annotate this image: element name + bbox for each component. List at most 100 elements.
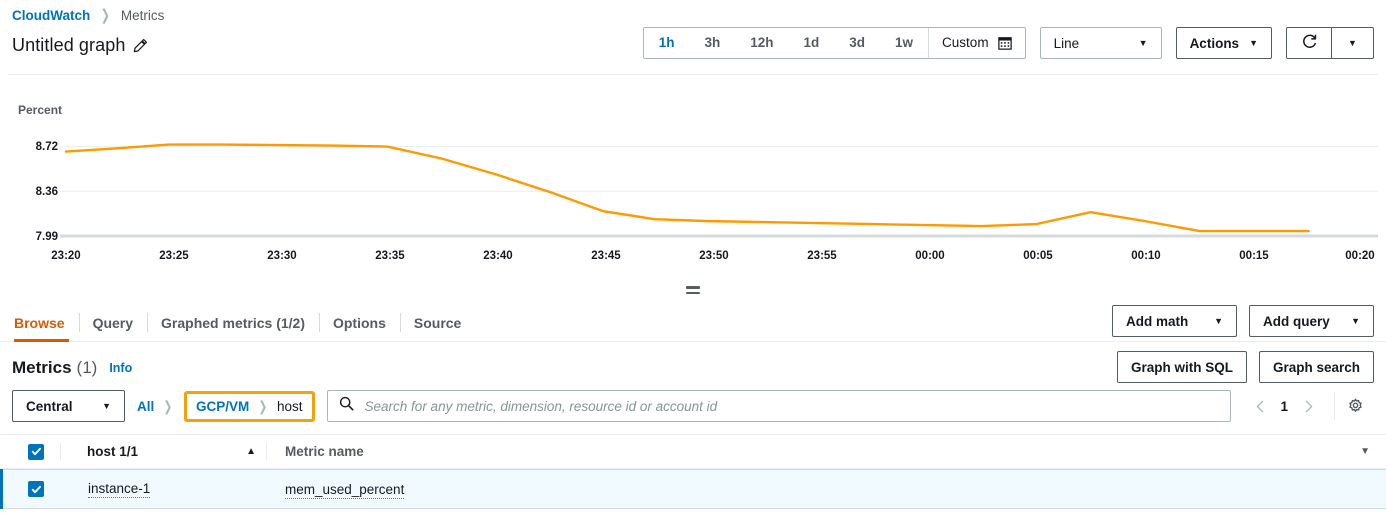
calendar-icon [997,36,1012,50]
custom-range-button[interactable]: Custom [928,28,1025,58]
metric-chart: Percent 8.72 8.36 7.99 23:20 23:25 23:30… [8,74,1378,294]
custom-range-label: Custom [942,35,989,50]
tab-label: Graphed metrics (1/2) [161,314,305,331]
tab-browse[interactable]: Browse [12,304,79,342]
range-button-1w[interactable]: 1w [880,28,928,58]
range-button-3d[interactable]: 3d [834,28,880,58]
chevron-down-icon: ▼ [1214,315,1223,326]
x-tick-label: 23:30 [267,250,297,262]
page-title: Untitled graph [12,34,126,55]
cloudwatch-metrics-page: CloudWatch ❯ Metrics Untitled graph 1h 3… [0,0,1386,519]
metrics-count: (1) [76,358,98,377]
column-header-label: Metric name [285,444,364,459]
graph-with-sql-button[interactable]: Graph with SQL [1116,351,1247,383]
chart-plot-area [60,75,1378,242]
chevron-right-icon: ❯ [258,397,268,414]
metrics-header-actions: Graph with SQL Graph search [1116,351,1374,383]
graph-search-label: Graph search [1272,359,1360,375]
x-axis-labels: 23:20 23:25 23:30 23:35 23:40 23:45 23:5… [51,244,1378,274]
metrics-header: Metrics (1) Info Graph with SQL Graph se… [0,342,1386,383]
column-settings-icon[interactable]: ▼ [1360,446,1370,457]
x-tick-label: 23:20 [51,250,81,262]
cell-host: instance-1 [60,481,265,498]
chevron-down-icon: ▼ [1351,315,1360,326]
add-query-button[interactable]: Add query ▼ [1249,305,1374,337]
metrics-title: Metrics [12,358,72,377]
range-button-3h[interactable]: 3h [689,28,735,58]
info-link[interactable]: Info [109,361,132,375]
tab-label: Source [413,314,462,331]
column-header-label: host 1/1 [87,444,139,459]
chevron-down-icon: ▼ [102,400,111,411]
refresh-group: ▼ [1286,27,1374,59]
account-selector[interactable]: Central ▼ [12,390,125,422]
tab-label: Browse [14,314,65,331]
host-value[interactable]: instance-1 [88,481,151,498]
x-tick-label: 23:50 [699,250,729,262]
chart-svg [60,143,1378,238]
chevron-right-icon[interactable] [1296,392,1320,420]
refresh-options-button[interactable]: ▼ [1332,27,1374,59]
x-tick-label: 00:00 [915,250,945,262]
y-axis-labels: 8.72 8.36 7.99 [8,75,58,274]
metrics-filter-row: Central ▼ All ❯ GCP/VM ❯ host Search for… [0,382,1386,422]
tab-source[interactable]: Source [399,304,475,341]
add-math-button[interactable]: Add math ▼ [1112,305,1237,337]
chevron-down-icon: ▼ [1348,37,1357,48]
chevron-left-icon[interactable] [1249,392,1273,420]
tab-query[interactable]: Query [78,304,147,341]
range-button-12h[interactable]: 12h [735,28,788,58]
row-checkbox[interactable] [28,481,44,497]
namespace-crumb-all[interactable]: All [137,399,154,414]
x-tick-label: 00:15 [1239,250,1269,262]
pencil-icon[interactable] [133,38,148,53]
tab-label: Options [332,314,386,331]
gear-icon[interactable] [1334,392,1364,420]
search-input[interactable]: Search for any metric, dimension, resour… [326,390,1231,422]
add-query-label: Add query [1263,313,1330,329]
namespace-crumb-host[interactable]: host [277,399,303,414]
refresh-button[interactable] [1286,27,1332,59]
cell-metric-name: mem_used_percent [265,481,405,499]
y-tick-label: 8.72 [35,141,58,153]
chevron-right-icon: ❯ [100,7,111,24]
graph-search-button[interactable]: Graph search [1258,351,1374,383]
y-tick-label: 7.99 [35,231,58,243]
add-math-label: Add math [1126,313,1189,329]
x-tick-label: 00:20 [1345,250,1375,262]
column-header-host[interactable]: host 1/1 ▲ [61,444,266,459]
x-tick-label: 23:35 [375,250,405,262]
x-tick-label: 00:10 [1131,250,1161,262]
column-header-metric-name[interactable]: Metric name [267,444,364,459]
select-all-checkbox-cell [12,443,60,460]
breadcrumb: CloudWatch ❯ Metrics [0,0,1386,24]
namespace-crumb-gcp-vm[interactable]: GCP/VM [196,399,249,414]
select-all-checkbox[interactable] [28,443,44,460]
x-tick-label: 23:25 [159,250,189,262]
tab-actions: Add math ▼ Add query ▼ [1112,305,1374,337]
graph-controls: 1h 3h 12h 1d 3d 1w Custom Line ▼ Actions… [642,27,1374,59]
x-tick-label: 00:05 [1023,250,1053,262]
page-number[interactable]: 1 [1277,399,1293,414]
chevron-down-icon: ▼ [1138,37,1148,48]
tab-graphed-metrics[interactable]: Graphed metrics (1/2) [147,304,319,341]
tab-options[interactable]: Options [318,304,400,341]
chevron-right-icon: ❯ [163,397,173,414]
range-button-1h[interactable]: 1h [644,28,690,58]
actions-button[interactable]: Actions ▼ [1175,27,1272,59]
tab-bar: Browse Query Graphed metrics (1/2) Optio… [0,304,1386,342]
refresh-icon [1301,33,1318,53]
tab-label: Query [92,314,134,331]
metrics-table: host 1/1 ▲ Metric name ▼ instance-1 mem_… [0,434,1386,509]
table-row[interactable]: instance-1 mem_used_percent [0,469,1386,509]
range-button-1d[interactable]: 1d [789,28,835,58]
time-range-selector: 1h 3h 12h 1d 3d 1w Custom [642,27,1026,59]
graph-with-sql-label: Graph with SQL [1130,359,1233,375]
breadcrumb-current[interactable]: Metrics [121,8,165,23]
x-tick-label: 23:55 [807,250,837,262]
resize-handle[interactable] [686,286,700,294]
pagination: 1 [1249,392,1365,420]
chart-type-select[interactable]: Line ▼ [1039,27,1162,59]
breadcrumb-root-link[interactable]: CloudWatch [12,8,90,23]
metric-name-value[interactable]: mem_used_percent [285,481,405,499]
